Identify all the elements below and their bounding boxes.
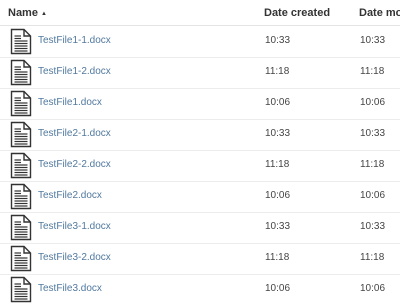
file-name-link[interactable]: TestFile1-1.docx — [38, 35, 111, 46]
column-header-name[interactable]: Name ▲ — [8, 7, 47, 19]
date-modified-cell: 10:06 — [360, 97, 386, 108]
document-icon — [10, 276, 32, 303]
document-icon — [10, 59, 32, 86]
date-modified-cell: 11:18 — [360, 252, 385, 263]
document-icon — [10, 90, 32, 117]
table-row[interactable]: TestFile2-1.docx 10:33 10:33 — [0, 119, 400, 151]
date-modified-cell: 10:33 — [360, 221, 386, 232]
date-created-cell: 10:06 — [265, 283, 291, 294]
date-modified-cell: 10:33 — [360, 35, 386, 46]
table-row[interactable]: TestFile2.docx 10:06 10:06 — [0, 181, 400, 213]
file-name-link[interactable]: TestFile2.docx — [38, 190, 102, 201]
date-created-cell: 10:33 — [265, 35, 291, 46]
column-header-date-created[interactable]: Date created — [264, 7, 330, 19]
date-modified-cell: 11:18 — [360, 159, 385, 170]
file-name-link[interactable]: TestFile3.docx — [38, 283, 102, 294]
table-row[interactable]: TestFile2-2.docx 11:18 11:18 — [0, 150, 400, 182]
date-modified-cell: 10:06 — [360, 190, 386, 201]
date-created-cell: 11:18 — [265, 159, 290, 170]
column-header-date-created-label: Date created — [264, 7, 331, 19]
document-icon — [10, 152, 32, 179]
date-created-cell: 10:33 — [265, 221, 291, 232]
table-row[interactable]: TestFile1-1.docx 10:33 10:33 — [0, 26, 400, 58]
date-modified-cell: 11:18 — [360, 66, 385, 77]
table-row[interactable]: TestFile1-2.docx 11:18 11:18 — [0, 57, 400, 89]
column-header-date-modified-label: Date modi — [359, 7, 400, 19]
table-row[interactable]: TestFile3-2.docx 11:18 11:18 — [0, 243, 400, 275]
document-icon — [10, 214, 32, 241]
date-created-cell: 11:18 — [265, 252, 290, 263]
document-icon — [10, 183, 32, 210]
file-name-link[interactable]: TestFile1.docx — [38, 97, 102, 108]
document-icon — [10, 28, 32, 55]
column-header-date-modified[interactable]: Date modi — [359, 7, 400, 19]
table-row[interactable]: TestFile3.docx 10:06 10:06 — [0, 274, 400, 305]
column-header-name-label: Name — [8, 7, 38, 19]
file-name-link[interactable]: TestFile1-2.docx — [38, 66, 111, 77]
file-name-link[interactable]: TestFile2-1.docx — [38, 128, 111, 139]
date-created-cell: 10:06 — [265, 97, 291, 108]
date-created-cell: 11:18 — [265, 66, 290, 77]
document-icon — [10, 245, 32, 272]
file-name-link[interactable]: TestFile3-2.docx — [38, 252, 111, 263]
file-table: Name▲ Date created Date modi TestFile1-1… — [0, 0, 400, 305]
document-icon — [10, 121, 32, 148]
sort-ascending-icon: ▲ — [40, 11, 47, 17]
table-row[interactable]: TestFile3-1.docx 10:33 10:33 — [0, 212, 400, 244]
table-header: Name▲ Date created Date modi — [0, 0, 400, 26]
date-created-cell: 10:06 — [265, 190, 291, 201]
date-created-cell: 10:33 — [265, 128, 291, 139]
date-modified-cell: 10:06 — [360, 283, 386, 294]
file-name-link[interactable]: TestFile2-2.docx — [38, 159, 111, 170]
date-modified-cell: 10:33 — [360, 128, 386, 139]
table-row[interactable]: TestFile1.docx 10:06 10:06 — [0, 88, 400, 120]
file-name-link[interactable]: TestFile3-1.docx — [38, 221, 111, 232]
